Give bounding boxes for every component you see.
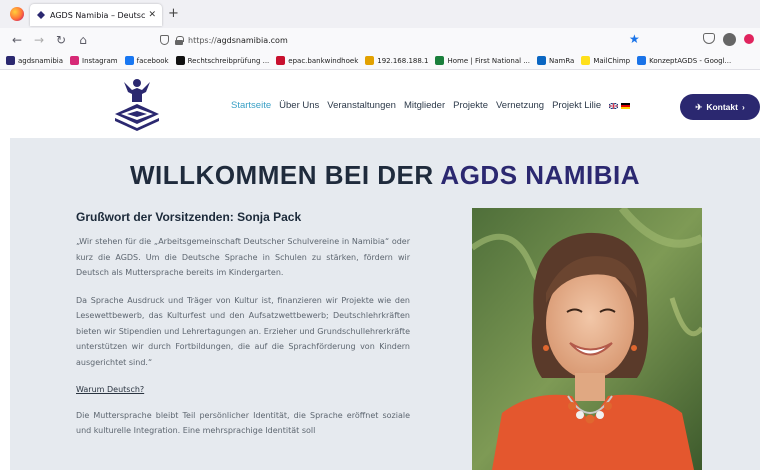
title-brand: AGDS NAMIBIA [440, 160, 640, 190]
greeting-heading: Grußwort der Vorsitzenden: Sonja Pack [76, 210, 302, 224]
paragraph-2: Da Sprache Ausdruck und Träger von Kultu… [76, 295, 410, 367]
menu-item-ueber-uns[interactable]: Über Uns [279, 100, 319, 111]
menu-item-projekt-lilie[interactable]: Projekt Lilie [552, 100, 601, 111]
bookmark-favicon-icon [6, 56, 15, 65]
forward-icon[interactable]: → [30, 33, 48, 47]
browser-tab[interactable]: AGDS Namibia – Deutsche Spra ✕ [30, 4, 162, 26]
bookmark-favicon-icon [637, 56, 647, 65]
uk-flag-icon[interactable] [609, 102, 619, 109]
language-switcher [609, 100, 631, 111]
url-host: agdsnamibia.com [216, 35, 288, 45]
bookmark-favicon-icon [276, 56, 286, 65]
toolbar-right [703, 33, 754, 46]
agds-logo[interactable] [112, 76, 162, 132]
bookmark-label: 192.168.188.1 [377, 56, 429, 65]
browser-tab-bar: AGDS Namibia – Deutsche Spra ✕ + [0, 0, 760, 28]
menu-item-projekte[interactable]: Projekte [453, 100, 488, 111]
menu-item-vernetzung[interactable]: Vernetzung [496, 100, 544, 111]
reload-icon[interactable]: ↻ [52, 33, 70, 47]
bookmark-item[interactable]: KonzeptAGDS - Googl... [637, 56, 731, 65]
bookmark-item[interactable]: 192.168.188.1 [365, 56, 428, 65]
bookmark-favicon-icon [365, 56, 375, 65]
bookmark-star-icon[interactable]: ★ [629, 32, 640, 46]
tab-close-icon[interactable]: ✕ [148, 10, 156, 20]
account-icon[interactable] [723, 33, 736, 46]
tab-title: AGDS Namibia – Deutsche Spra [50, 10, 146, 20]
bookmark-item[interactable]: Instagram [70, 56, 118, 65]
bookmark-label: agdsnamibia [18, 56, 63, 65]
bookmark-label: Rechtschreibprüfung ... [187, 56, 270, 65]
bookmark-favicon-icon [537, 56, 546, 65]
new-tab-icon[interactable]: + [168, 6, 179, 21]
bookmarks-toolbar: agdsnamibia Instagram facebook Rechtschreib… [0, 52, 760, 70]
bookmark-favicon-icon [70, 56, 79, 65]
bookmark-item[interactable]: agdsnamibia [6, 56, 63, 65]
bookmark-label: epac.bankwindhoek [288, 56, 359, 65]
bookmark-favicon-icon [175, 56, 185, 65]
bookmark-label: Home | First National ... [447, 56, 530, 65]
kontakt-button[interactable]: ✈ Kontakt › [680, 94, 760, 120]
lock-icon[interactable] [175, 35, 184, 45]
main-content: WILLKOMMEN BEI DER AGDS NAMIBIA Grußwort… [10, 138, 760, 470]
bookmark-item[interactable]: Rechtschreibprüfung ... [175, 56, 270, 65]
site-header: Startseite Über Uns Veranstaltungen Mitg… [0, 70, 760, 138]
bookmark-favicon-icon [124, 56, 134, 65]
bookmark-item[interactable]: MailChimp [581, 56, 630, 65]
german-flag-icon[interactable] [621, 102, 631, 109]
send-icon: ✈ [695, 101, 703, 112]
bookmark-label: KonzeptAGDS - Googl... [649, 56, 732, 65]
bookmark-item[interactable]: facebook [124, 56, 169, 65]
bookmark-label: facebook [136, 56, 169, 65]
bookmark-label: Instagram [82, 56, 118, 65]
menu-item-startseite[interactable]: Startseite [231, 100, 271, 111]
pocket-icon[interactable] [703, 33, 715, 44]
paragraph-3: Die Muttersprache bleibt Teil persönlich… [76, 410, 410, 436]
page-title: WILLKOMMEN BEI DER AGDS NAMIBIA [10, 160, 760, 191]
bookmark-favicon-icon [581, 56, 591, 65]
title-main: WILLKOMMEN BEI DER [130, 160, 441, 190]
address-bar[interactable]: https://agdsnamibia.com [160, 32, 650, 48]
bookmark-label: NamRa [549, 56, 575, 65]
bookmark-item[interactable]: Home | First National ... [435, 56, 530, 65]
extension-icon[interactable] [744, 34, 754, 44]
menu-item-veranstaltungen[interactable]: Veranstaltungen [327, 100, 396, 111]
bookmark-item[interactable]: epac.bankwindhoek [276, 56, 358, 65]
bookmark-item[interactable]: NamRa [537, 56, 574, 65]
portrait-photo [472, 208, 702, 470]
menu-item-mitglieder[interactable]: Mitglieder [404, 100, 445, 111]
chevron-right-icon: › [741, 102, 745, 112]
browser-nav-bar: ← → ↻ ⌂ https://agdsnamibia.com ★ [0, 28, 760, 52]
url-scheme: https:// [188, 35, 217, 45]
kontakt-label: Kontakt [706, 102, 738, 112]
paragraph-1: „Wir stehen für die „Arbeitsgemeinschaft… [76, 237, 410, 277]
bookmark-label: MailChimp [593, 56, 631, 65]
main-menu: Startseite Über Uns Veranstaltungen Mitg… [231, 100, 631, 111]
firefox-menu-icon[interactable] [10, 7, 24, 21]
intro-text: „Wir stehen für die „Arbeitsgemeinschaft… [76, 234, 410, 451]
back-icon[interactable]: ← [8, 33, 26, 47]
warum-deutsch-heading: Warum Deutsch? [76, 385, 145, 394]
tracking-shield-icon[interactable] [160, 35, 169, 45]
bookmark-favicon-icon [435, 56, 445, 65]
home-icon[interactable]: ⌂ [74, 33, 92, 47]
site-favicon-icon [37, 11, 45, 19]
